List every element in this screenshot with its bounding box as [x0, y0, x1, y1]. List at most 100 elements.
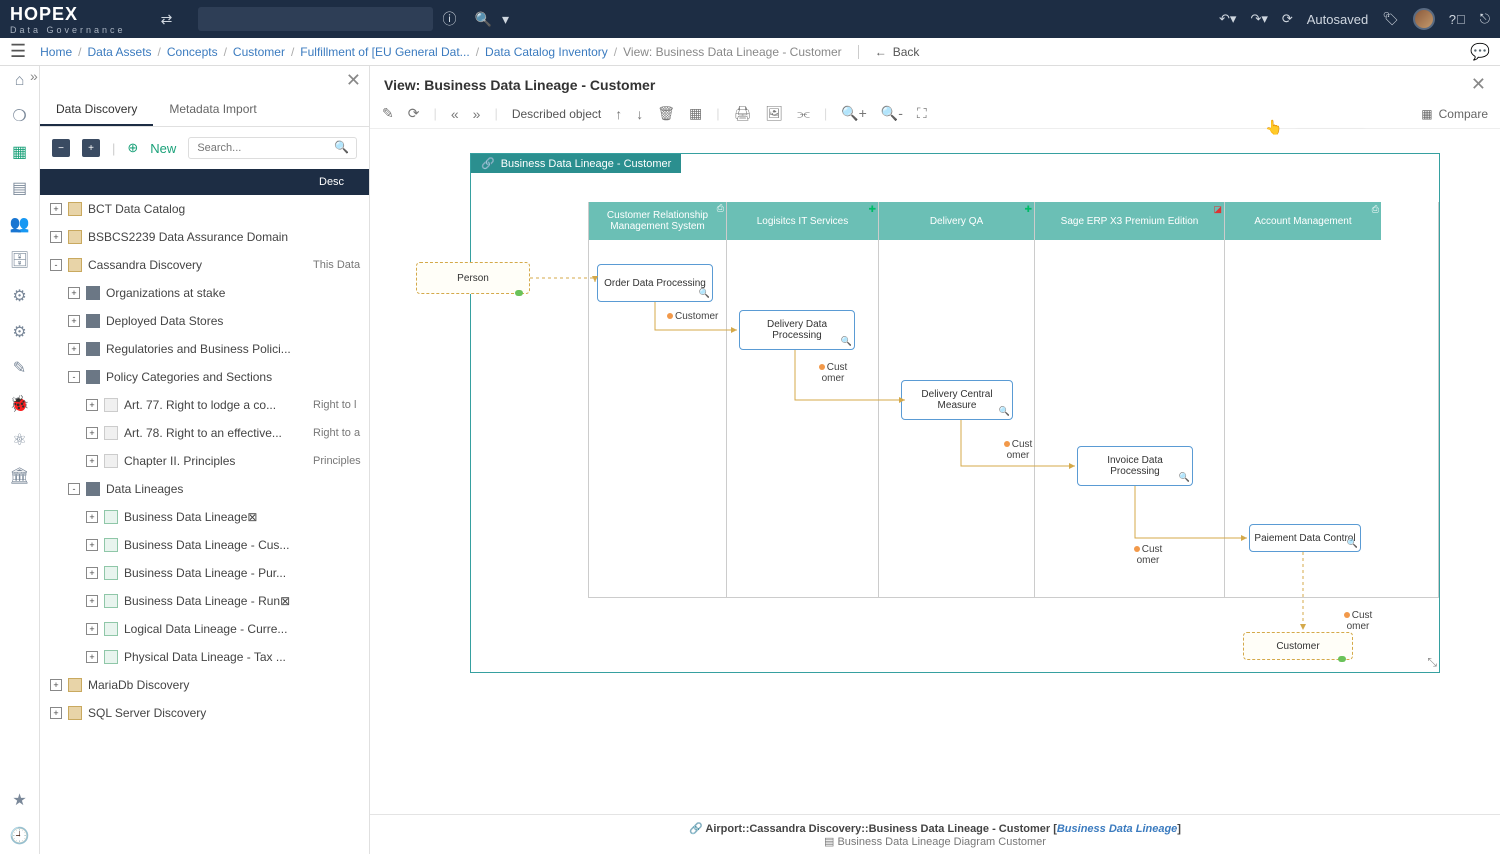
tree-search-input[interactable]	[188, 137, 357, 159]
tree-toggle-icon[interactable]: +	[86, 427, 98, 439]
collapse-all-button[interactable]: −	[52, 139, 70, 157]
rail-edit-icon[interactable]: ✎	[13, 358, 26, 378]
swap-icon[interactable]: ⇄	[156, 11, 178, 28]
compare-button[interactable]: ▦ Compare	[1421, 107, 1488, 121]
rail-gear2-icon[interactable]: ⚙	[12, 322, 26, 342]
node-person[interactable]: Person	[416, 262, 530, 294]
tree-node[interactable]: +Business Data Lineage⊠	[40, 503, 369, 531]
tree-node[interactable]: +Deployed Data Stores	[40, 307, 369, 335]
tree-toggle-icon[interactable]: +	[50, 679, 62, 691]
tree-toggle-icon[interactable]: +	[86, 651, 98, 663]
help-icon[interactable]: ?⃝	[1449, 12, 1466, 27]
tab-data-discovery[interactable]: Data Discovery	[40, 94, 153, 126]
rail-bug-icon[interactable]: 🐞	[10, 394, 30, 414]
crumb-customer[interactable]: Customer	[233, 45, 285, 59]
tree-node[interactable]: +Physical Data Lineage - Tax ...	[40, 643, 369, 671]
tree-toggle-icon[interactable]: +	[86, 455, 98, 467]
tree-node[interactable]: +Business Data Lineage - Run⊠	[40, 587, 369, 615]
tree-toggle-icon[interactable]: +	[86, 595, 98, 607]
refresh-icon[interactable]: ⟳	[1282, 11, 1293, 27]
tab-metadata-import[interactable]: Metadata Import	[153, 94, 272, 126]
diagram-resize-handle[interactable]: ⤡	[1427, 655, 1437, 670]
tree-node[interactable]: +Logical Data Lineage - Curre...	[40, 615, 369, 643]
undo-icon[interactable]: ↶▾	[1219, 11, 1236, 27]
crumb-inventory[interactable]: Data Catalog Inventory	[485, 45, 608, 59]
expand-all-button[interactable]: +	[82, 139, 100, 157]
tree-toggle-icon[interactable]: -	[68, 371, 80, 383]
node-order-dp[interactable]: Order Data Processing🔍	[597, 264, 713, 302]
rail-history-icon[interactable]: 🕘	[10, 826, 30, 846]
node-delivery-dp[interactable]: Delivery Data Processing🔍	[739, 310, 855, 350]
tree-toggle-icon[interactable]: +	[86, 567, 98, 579]
tree-node[interactable]: -Data Lineages	[40, 475, 369, 503]
tree-toggle-icon[interactable]: -	[68, 483, 80, 495]
tree-toggle-icon[interactable]: +	[86, 511, 98, 523]
edit-icon[interactable]: ✎	[382, 105, 394, 122]
rail-gear-icon[interactable]: ⚙	[12, 286, 26, 306]
tree-node[interactable]: +Chapter II. PrinciplesPrinciples	[40, 447, 369, 475]
node-customer[interactable]: Customer	[1243, 632, 1353, 660]
redo-icon[interactable]: ↷▾	[1250, 11, 1267, 27]
rail-home-icon[interactable]: ⌂	[15, 72, 25, 90]
tree-toggle-icon[interactable]: +	[68, 343, 80, 355]
tree-toggle-icon[interactable]: +	[68, 315, 80, 327]
tree-node[interactable]: +SQL Server Discovery	[40, 699, 369, 727]
image-icon[interactable]: 🖼	[765, 105, 783, 122]
diagram-canvas[interactable]: 🔗 Business Data Lineage - Customer Perso…	[370, 129, 1500, 814]
arrow-up-icon[interactable]: ↑	[615, 106, 622, 122]
crumb-data-assets[interactable]: Data Assets	[88, 45, 152, 59]
search-icon[interactable]: 🔍	[473, 11, 495, 28]
tree-toggle-icon[interactable]: +	[86, 399, 98, 411]
info-icon[interactable]: ⓘ	[439, 9, 461, 29]
tree-node[interactable]: +BCT Data Catalog	[40, 195, 369, 223]
search-dropdown-icon[interactable]: ▾	[495, 11, 517, 28]
new-button[interactable]: New	[150, 141, 176, 156]
comment-icon[interactable]: 💬	[1470, 42, 1490, 62]
tree-toggle-icon[interactable]: -	[50, 259, 62, 271]
fit-icon[interactable]: ⛶	[917, 105, 927, 122]
tree-toggle-icon[interactable]: +	[50, 203, 62, 215]
node-paiement-dc[interactable]: Paiement Data Control🔍	[1249, 524, 1361, 552]
avatar[interactable]	[1413, 8, 1435, 30]
exit-icon[interactable]: ⎋	[1480, 11, 1490, 27]
arrow-down-icon[interactable]: ↓	[636, 106, 643, 122]
crumb-fulfillment[interactable]: Fulfillment of [EU General Dat...	[300, 45, 469, 59]
rail-server-icon[interactable]: 🗄	[9, 250, 29, 270]
tree-node[interactable]: -Cassandra DiscoveryThis Data	[40, 251, 369, 279]
rail-dashboard-icon[interactable]: ❍	[12, 106, 26, 126]
tree-toggle-icon[interactable]: +	[50, 231, 62, 243]
nav-first-icon[interactable]: «	[451, 106, 459, 122]
nav-last-icon[interactable]: »	[473, 106, 481, 122]
panel-close-icon[interactable]: ✕	[346, 70, 361, 91]
tree-toggle-icon[interactable]: +	[68, 287, 80, 299]
rail-library-icon[interactable]: 🏛	[9, 466, 29, 486]
tree-node[interactable]: +Art. 78. Right to an effective...Right …	[40, 419, 369, 447]
rail-catalog-icon[interactable]: ▤	[12, 178, 27, 198]
tree-node[interactable]: +MariaDb Discovery	[40, 671, 369, 699]
tree-search[interactable]: 🔍	[188, 137, 357, 159]
rail-atom-icon[interactable]: ⚛	[12, 430, 26, 450]
hamburger-icon[interactable]: ☰	[10, 41, 26, 62]
tree-node[interactable]: -Policy Categories and Sections	[40, 363, 369, 391]
tag-icon[interactable]: 🏷	[1382, 11, 1399, 27]
tree-node[interactable]: +Regulatories and Business Polici...	[40, 335, 369, 363]
tree-toggle-icon[interactable]: +	[86, 623, 98, 635]
node-invoice-dp[interactable]: Invoice Data Processing🔍	[1077, 446, 1193, 486]
node-delivery-cm[interactable]: Delivery Central Measure🔍	[901, 380, 1013, 420]
print-icon[interactable]: 🖨	[734, 105, 752, 122]
back-button[interactable]: ← Back	[858, 45, 920, 59]
global-search-input[interactable]	[198, 7, 433, 31]
tree-node[interactable]: +Organizations at stake	[40, 279, 369, 307]
rail-star-icon[interactable]: ★	[12, 790, 26, 810]
rail-org-icon[interactable]: 👥	[10, 214, 30, 234]
grid-icon[interactable]: ▦	[689, 105, 702, 122]
delete-icon[interactable]: 🗑	[657, 105, 675, 122]
crumb-concepts[interactable]: Concepts	[167, 45, 218, 59]
tree-node[interactable]: +BSBCS2239 Data Assurance Domain	[40, 223, 369, 251]
zoom-out-icon[interactable]: 🔍-	[881, 105, 903, 122]
crumb-home[interactable]: Home	[40, 45, 72, 59]
content-close-icon[interactable]: ✕	[1471, 74, 1486, 95]
zoom-in-icon[interactable]: 🔍+	[841, 105, 867, 122]
tree-search-icon[interactable]: 🔍	[334, 140, 349, 154]
tree-node[interactable]: +Business Data Lineage - Pur...	[40, 559, 369, 587]
